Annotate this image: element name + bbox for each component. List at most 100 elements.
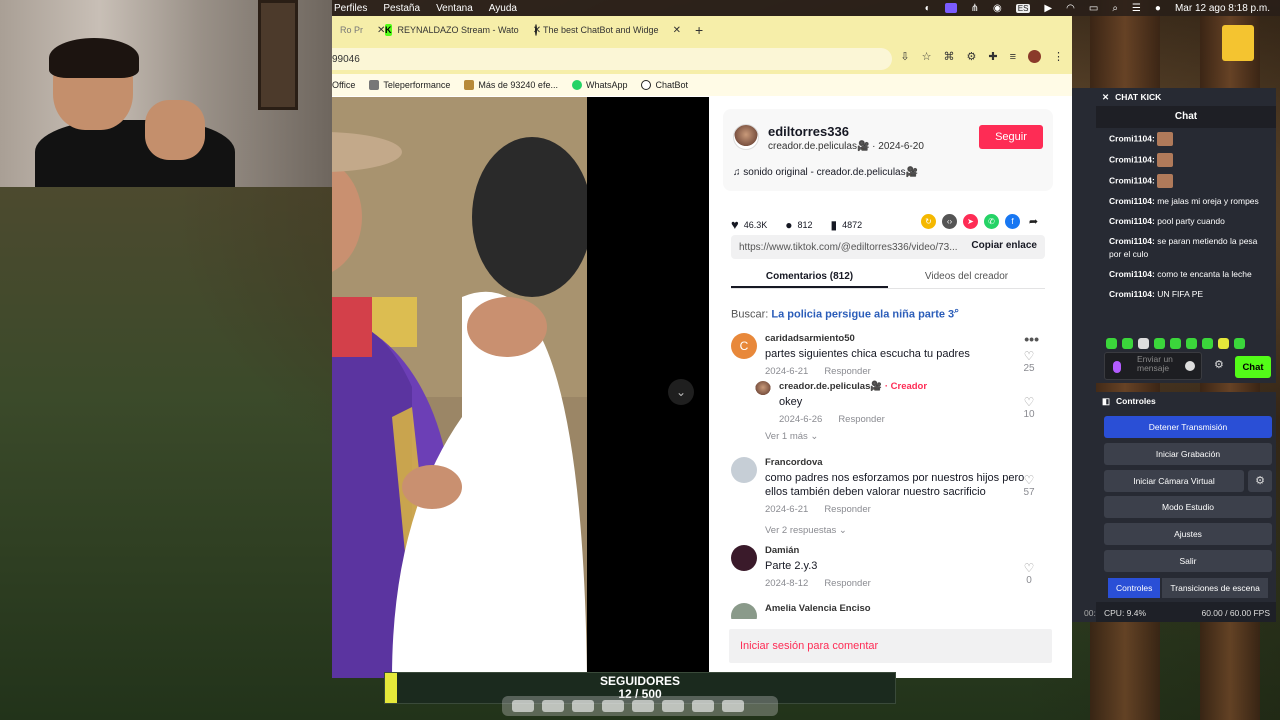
chat-user[interactable]: Cromi1104:: [1109, 196, 1155, 206]
commenter-avatar[interactable]: [731, 603, 757, 619]
dock-app-icon[interactable]: [512, 700, 534, 712]
bookmark-chatbot[interactable]: ChatBot: [641, 80, 688, 90]
comment-like[interactable]: ♡ 25: [1019, 349, 1039, 374]
extensions-puzzle-icon[interactable]: ✚: [988, 50, 997, 63]
dock-app-icon[interactable]: [662, 700, 684, 712]
obs-tray-icon[interactable]: ◐: [925, 3, 931, 14]
chat-user[interactable]: Cromi1104:: [1109, 216, 1155, 226]
emote-icon[interactable]: [1234, 338, 1245, 349]
chat-user[interactable]: Cromi1104:: [1109, 133, 1155, 143]
install-app-icon[interactable]: ⇩: [900, 50, 909, 63]
comment-action[interactable]: ● 812: [785, 218, 812, 232]
copy-link-button[interactable]: Copiar enlace: [971, 240, 1037, 251]
comment-like[interactable]: ♡ 57: [1019, 473, 1039, 498]
stop-streaming-button[interactable]: Detener Transmisión: [1104, 416, 1272, 438]
browser-tab-chatbot[interactable]: The best ChatBot and Widge ✕: [527, 16, 687, 44]
creator-username[interactable]: ediltorres336: [768, 124, 849, 139]
close-dock-icon[interactable]: ◧: [1102, 396, 1110, 406]
browser-tab-kick[interactable]: K REYNALDAZO Stream - Wato ✕: [377, 16, 541, 44]
search-icon[interactable]: ⌕: [1112, 3, 1118, 14]
commenter-avatar[interactable]: C: [731, 333, 757, 359]
chat-user[interactable]: Cromi1104:: [1109, 289, 1155, 299]
more-options-icon[interactable]: •••: [1024, 333, 1039, 347]
creator-avatar[interactable]: [733, 124, 759, 150]
tab-transiciones[interactable]: Transiciones de escena: [1162, 578, 1268, 598]
start-virtual-camera-button[interactable]: Iniciar Cámara Virtual: [1104, 470, 1244, 492]
facebook-share-icon[interactable]: f: [1005, 214, 1020, 229]
emote-icon[interactable]: [1202, 338, 1213, 349]
control-center-icon[interactable]: ☰: [1132, 3, 1141, 14]
emote-icon[interactable]: [1122, 338, 1133, 349]
dock-app-icon[interactable]: [722, 700, 744, 712]
desktop-notes-icon[interactable]: [1222, 25, 1254, 61]
emote-icon[interactable]: [1154, 338, 1165, 349]
dock-app-icon[interactable]: [632, 700, 654, 712]
next-video-chevron-icon[interactable]: ⌄: [668, 379, 694, 405]
emoji-icon[interactable]: [1185, 361, 1195, 371]
emote-icon[interactable]: [1138, 338, 1149, 349]
reply-button[interactable]: Responder: [838, 414, 884, 425]
bookmark-whatsapp[interactable]: WhatsApp: [571, 80, 627, 90]
dock-app-icon[interactable]: [692, 700, 714, 712]
virtual-camera-settings-gear-icon[interactable]: ⚙: [1248, 470, 1272, 492]
share-arrow-icon[interactable]: ➦: [1026, 214, 1041, 229]
tab-creator-videos[interactable]: Videos del creador: [888, 265, 1045, 288]
siri-icon[interactable]: ●: [1155, 3, 1161, 14]
comment-user[interactable]: Damián: [765, 545, 1025, 556]
exit-button[interactable]: Salir: [1104, 550, 1272, 572]
chat-user[interactable]: Cromi1104:: [1109, 269, 1155, 279]
bookmark-teleperformance[interactable]: Teleperformance: [369, 80, 450, 90]
input-source-badge[interactable]: ES: [1015, 3, 1031, 13]
chat-message-input[interactable]: Enviar un mensaje: [1104, 352, 1202, 380]
repost-icon[interactable]: ↻: [921, 214, 936, 229]
tab-controles[interactable]: Controles: [1108, 578, 1161, 598]
menubar-clock[interactable]: Mar 12 ago 8:18 p.m.: [1175, 3, 1270, 14]
creator-reply-avatar[interactable]: [755, 381, 771, 397]
comment-user[interactable]: Amelia Valencia Enciso: [765, 603, 1025, 614]
menu-ayuda[interactable]: Ayuda: [489, 3, 517, 14]
menu-perfiles[interactable]: Perfiles: [334, 3, 367, 14]
bookmark-article[interactable]: Más de 93240 efe...: [464, 80, 558, 90]
close-tab-icon[interactable]: ✕: [673, 25, 681, 36]
view-more-replies[interactable]: Ver 1 más ⌄: [765, 431, 818, 442]
emote-icon[interactable]: [1218, 338, 1229, 349]
emote-icon[interactable]: [1170, 338, 1181, 349]
chat-user[interactable]: Cromi1104:: [1109, 236, 1155, 246]
embed-icon[interactable]: ‹›: [942, 214, 957, 229]
close-dock-icon[interactable]: ✕: [1102, 92, 1109, 102]
bookmark-office[interactable]: Office: [332, 80, 355, 90]
dock-app-icon[interactable]: [542, 700, 564, 712]
sound-link[interactable]: ♫ sonido original - creador.de.peliculas…: [733, 167, 918, 178]
commenter-avatar[interactable]: [731, 457, 757, 483]
comment-like[interactable]: ♡ 0: [1019, 561, 1039, 586]
start-recording-button[interactable]: Iniciar Grabación: [1104, 443, 1272, 465]
chat-user[interactable]: Cromi1104:: [1109, 154, 1155, 164]
send-icon[interactable]: ➤: [963, 214, 978, 229]
whatsapp-share-icon[interactable]: ✆: [984, 214, 999, 229]
browser-tab[interactable]: Ro Pr ✕: [332, 16, 385, 44]
dock-app-icon[interactable]: [572, 700, 594, 712]
commenter-avatar[interactable]: [731, 545, 757, 571]
dock-app-icon[interactable]: [602, 700, 624, 712]
comment-user[interactable]: caridadsarmiento50: [765, 333, 1025, 344]
vpn-tray-icon[interactable]: ◉: [993, 3, 1002, 14]
settings-button[interactable]: Ajustes: [1104, 523, 1272, 545]
audio-tray-icon[interactable]: ⋔: [971, 3, 979, 14]
reply-button[interactable]: Responder: [824, 366, 870, 377]
tab-comments[interactable]: Comentarios (812): [731, 265, 888, 288]
comment-user[interactable]: Francordova: [765, 457, 1025, 468]
send-chat-button[interactable]: Chat: [1235, 356, 1271, 378]
reply-user[interactable]: creador.de.peliculas🎥: [779, 381, 882, 392]
video-player[interactable]: ⌄: [332, 97, 709, 678]
wifi-icon[interactable]: ◠: [1066, 3, 1075, 14]
login-to-comment[interactable]: Iniciar sesión para comentar: [729, 629, 1052, 663]
chat-settings-gear-icon[interactable]: ⚙: [1214, 358, 1224, 371]
browser-menu-icon[interactable]: ⋮: [1053, 50, 1064, 63]
bookmark-star-icon[interactable]: ☆: [922, 50, 932, 63]
url-field[interactable]: 99046: [332, 48, 892, 70]
menu-pestana[interactable]: Pestaña: [383, 3, 420, 14]
media-play-icon[interactable]: ▶: [1044, 3, 1052, 14]
reply-button[interactable]: Responder: [824, 504, 870, 515]
reply-button[interactable]: Responder: [824, 578, 870, 589]
studio-mode-button[interactable]: Modo Estudio: [1104, 496, 1272, 518]
